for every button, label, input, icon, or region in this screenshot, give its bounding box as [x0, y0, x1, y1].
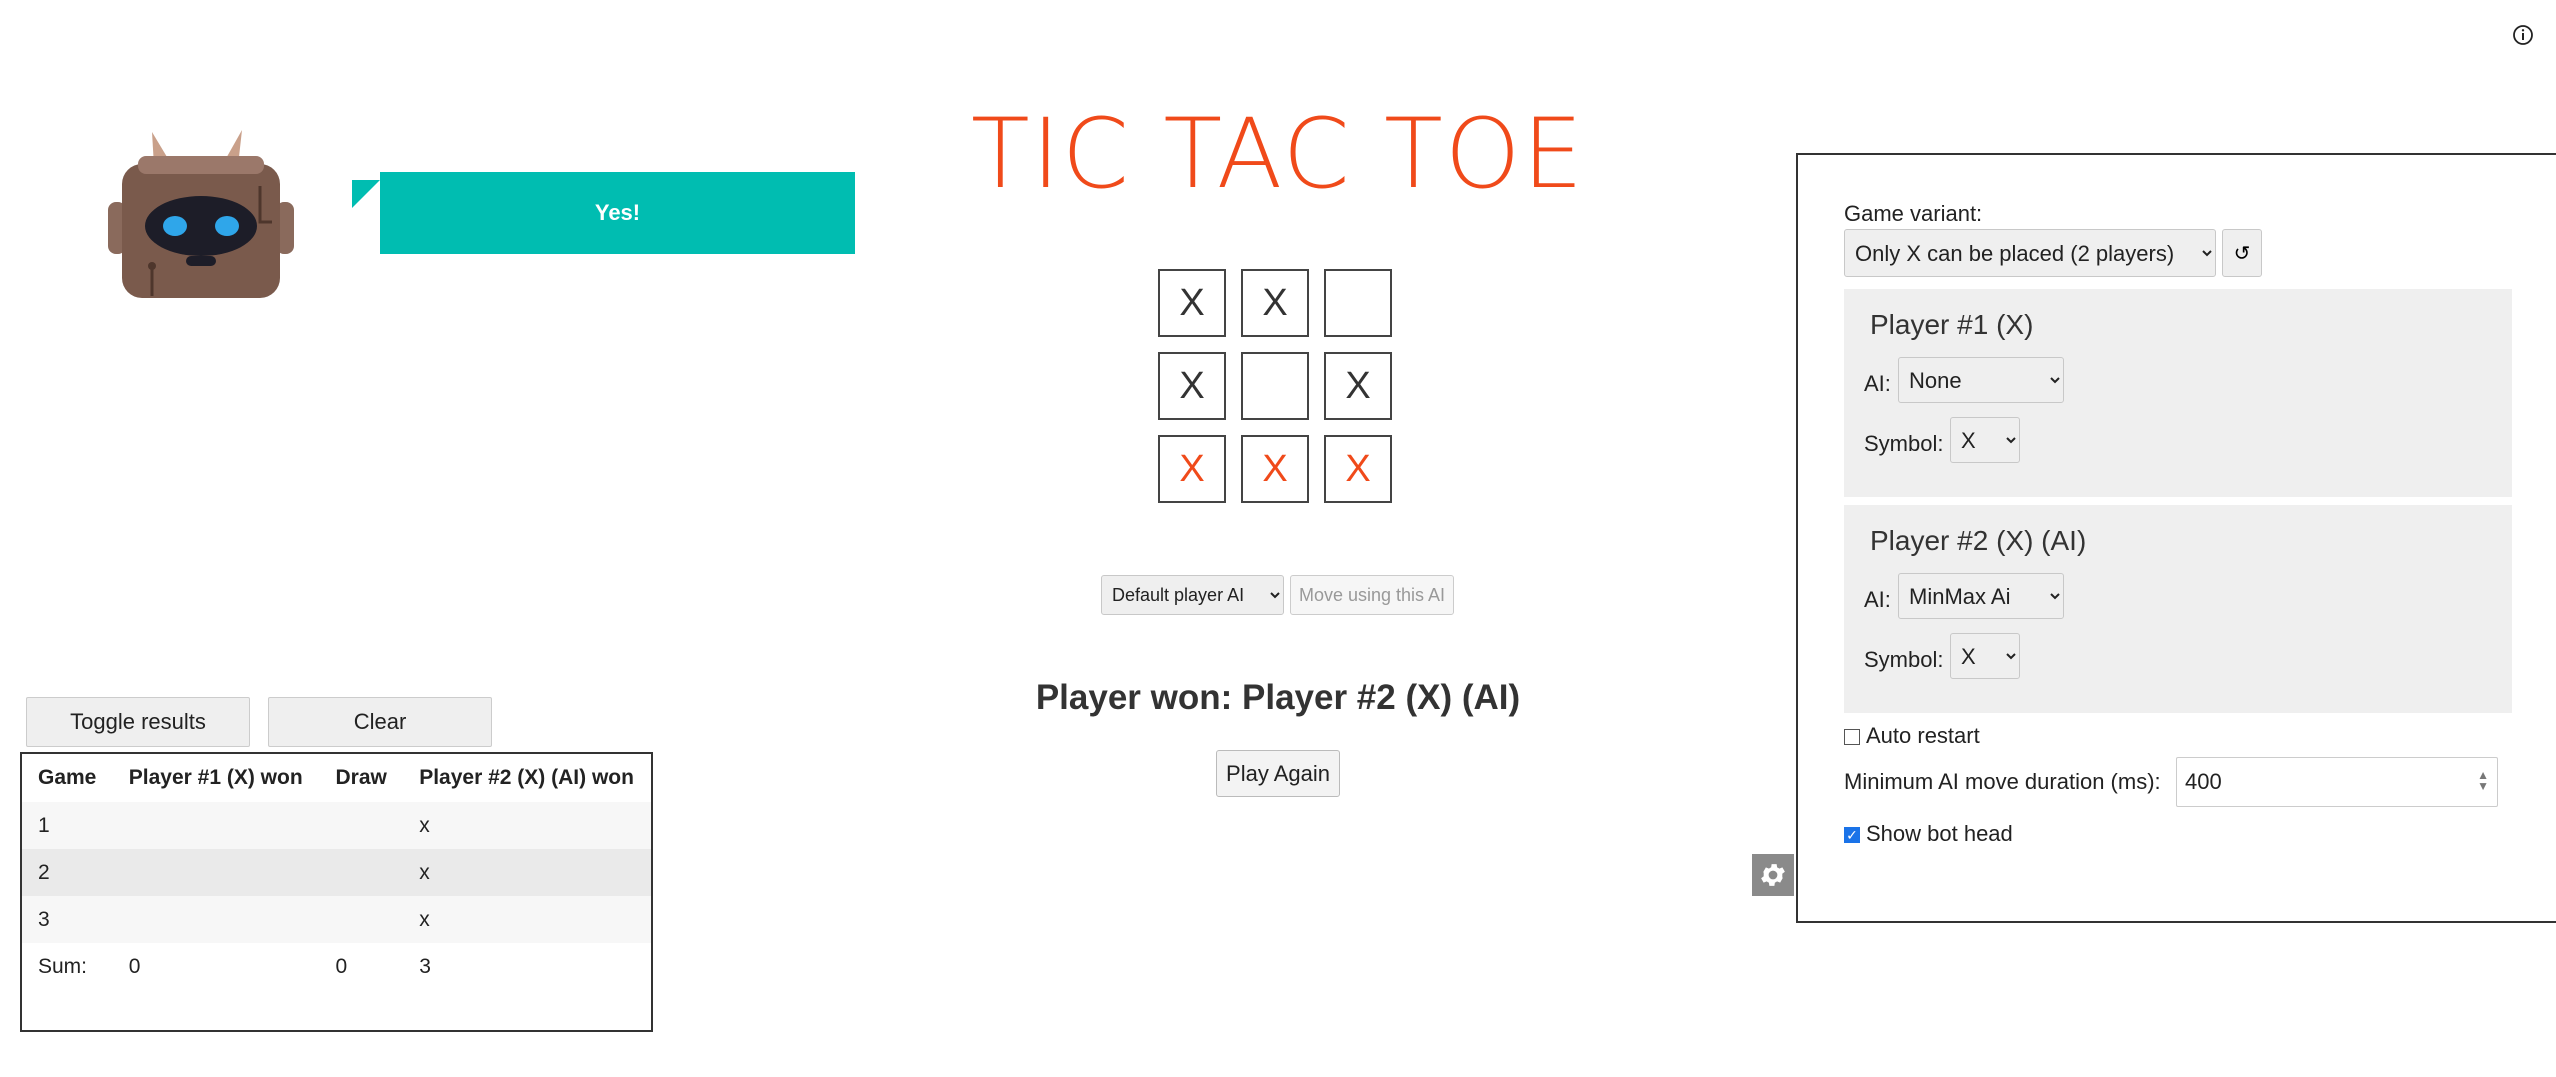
sum-row: Sum: 0 0 3	[22, 943, 651, 990]
cell-player2: x	[403, 802, 651, 849]
board-cell[interactable]: X	[1241, 269, 1309, 337]
player1-ai-label: AI:	[1864, 371, 1891, 396]
sum-player2: 3	[403, 943, 651, 990]
player1-symbol-label: Symbol:	[1864, 431, 1944, 456]
play-again-button[interactable]: Play Again	[1216, 750, 1340, 797]
table-row: 2 x	[22, 849, 651, 896]
board-cell[interactable]: X	[1158, 352, 1226, 420]
results-header-row: Game Player #1 (X) won Draw Player #2 (X…	[22, 754, 651, 802]
results-table: Game Player #1 (X) won Draw Player #2 (X…	[20, 752, 653, 1032]
player1-settings: Player #1 (X) AI: None Symbol: X	[1844, 289, 2512, 497]
player2-title: Player #2 (X) (AI)	[1870, 525, 2087, 556]
settings-gear-button[interactable]	[1752, 854, 1794, 896]
cell-player1	[112, 896, 320, 943]
board-cell[interactable]	[1324, 269, 1392, 337]
min-duration-label: Minimum AI move duration (ms):	[1844, 769, 2161, 794]
cell-draw	[319, 849, 404, 896]
player1-symbol-select[interactable]: X	[1950, 417, 2020, 463]
reset-variant-button[interactable]: ↺	[2222, 229, 2262, 277]
header-player2-won: Player #2 (X) (AI) won	[403, 754, 651, 802]
cell-game: 2	[22, 849, 113, 896]
sum-player1: 0	[112, 943, 320, 990]
show-bot-head-label: Show bot head	[1866, 821, 2013, 846]
cell-draw	[319, 802, 404, 849]
cell-draw	[319, 896, 404, 943]
player2-symbol-label: Symbol:	[1864, 647, 1944, 672]
settings-panel: Game variant: Only X can be placed (2 pl…	[1796, 153, 2556, 923]
board-cell[interactable]	[1241, 352, 1309, 420]
cell-game: 1	[22, 802, 113, 849]
gear-icon	[1761, 864, 1785, 886]
min-duration-input[interactable]: 400 ▲ ▼	[2176, 757, 2498, 807]
game-variant-label: Game variant:	[1844, 201, 1983, 226]
winner-message: Player won: Player #2 (X) (AI)	[1035, 678, 1521, 717]
table-row: 3 x	[22, 896, 651, 943]
cell-player2: x	[403, 896, 651, 943]
player2-ai-label: AI:	[1864, 587, 1891, 612]
player2-settings: Player #2 (X) (AI) AI: MinMax Ai Symbol:…	[1844, 505, 2512, 713]
board-cell[interactable]: X	[1324, 435, 1392, 503]
spinner-icon[interactable]: ▲ ▼	[2477, 769, 2489, 792]
cell-game: 3	[22, 896, 113, 943]
player2-symbol-select[interactable]: X	[1950, 633, 2020, 679]
cell-player1	[112, 802, 320, 849]
game-title: TIC TAC TOE	[970, 98, 1586, 210]
reset-icon: ↺	[2233, 242, 2251, 265]
speech-bubble: Yes!	[380, 172, 855, 254]
board-cell[interactable]: X	[1241, 435, 1309, 503]
header-draw: Draw	[319, 754, 404, 802]
bot-head-avatar	[108, 130, 294, 298]
game-variant-select[interactable]: Only X can be placed (2 players)	[1844, 229, 2216, 277]
speech-bubble-tail	[352, 180, 380, 208]
player2-ai-select[interactable]: MinMax Ai	[1898, 573, 2064, 619]
header-game: Game	[22, 754, 113, 802]
auto-restart-label: Auto restart	[1866, 723, 1980, 748]
ai-selector[interactable]: Default player AI	[1101, 575, 1284, 615]
cell-player2: x	[403, 849, 651, 896]
board-cell[interactable]: X	[1158, 435, 1226, 503]
move-using-ai-button[interactable]: Move using this AI	[1290, 575, 1454, 615]
sum-label: Sum:	[22, 943, 113, 990]
sum-draw: 0	[319, 943, 404, 990]
table-row: 1 x	[22, 802, 651, 849]
min-duration-value: 400	[2185, 769, 2222, 794]
toggle-results-button[interactable]: Toggle results	[26, 697, 250, 747]
auto-restart-checkbox[interactable]	[1844, 729, 1860, 745]
info-icon[interactable]	[2512, 24, 2534, 46]
clear-results-button[interactable]: Clear	[268, 697, 492, 747]
player1-ai-select[interactable]: None	[1898, 357, 2064, 403]
player1-title: Player #1 (X)	[1870, 309, 2034, 340]
cell-player1	[112, 849, 320, 896]
board-cell[interactable]: X	[1158, 269, 1226, 337]
game-board: XXXXXXX	[1158, 269, 1398, 509]
board-cell[interactable]: X	[1324, 352, 1392, 420]
show-bot-head-checkbox[interactable]: ✓	[1844, 827, 1860, 843]
header-player1-won: Player #1 (X) won	[112, 754, 320, 802]
